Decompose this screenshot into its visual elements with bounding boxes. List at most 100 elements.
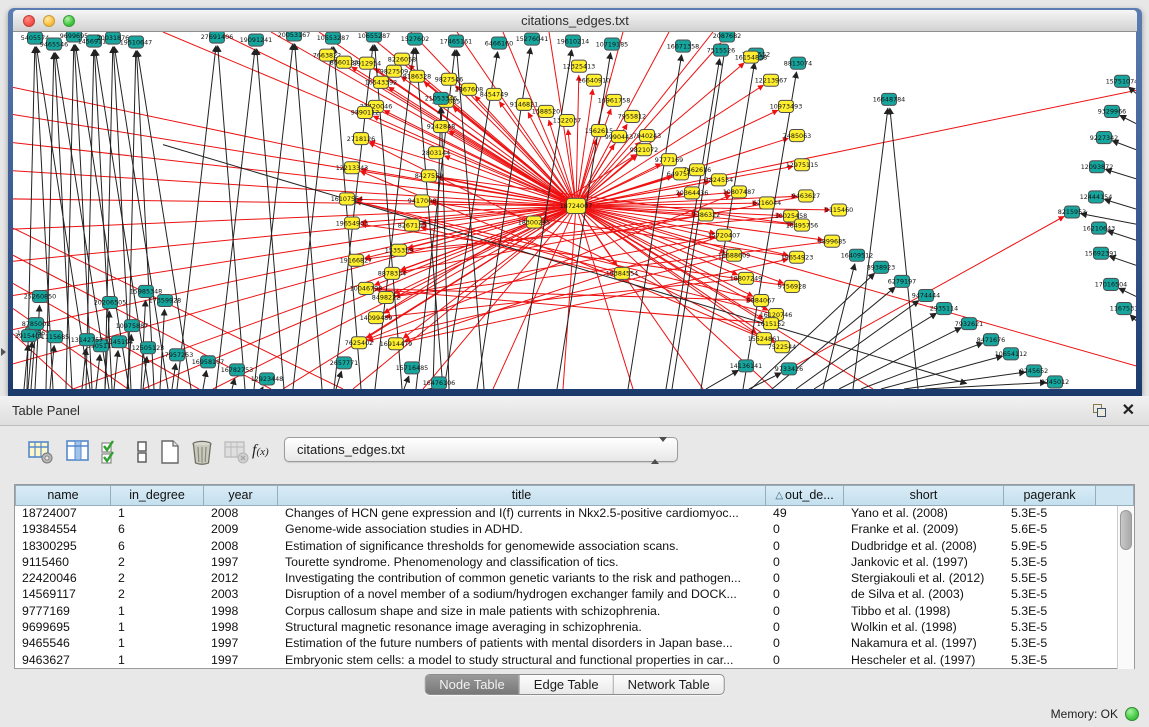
tab-network-table[interactable]: Network Table	[614, 675, 724, 694]
citation-edge-red[interactable]	[13, 199, 576, 206]
table-cell[interactable]: Hescheler et al. (1997)	[844, 653, 1004, 669]
close-traffic-light[interactable]	[23, 15, 35, 27]
table-row[interactable]: 946362711997Embryonic stem cells: a mode…	[15, 653, 1117, 669]
scrollbar-thumb[interactable]	[1120, 510, 1132, 550]
table-cell[interactable]: 1	[111, 653, 204, 669]
table-cell[interactable]: 5.3E-5	[1004, 555, 1096, 571]
table-cell[interactable]: 5.3E-5	[1004, 604, 1096, 620]
citation-edge-black[interactable]	[823, 264, 855, 389]
citation-edge-black[interactable]	[1112, 141, 1136, 150]
citation-edge-black[interactable]	[254, 44, 293, 389]
table-cell[interactable]: Stergiakouli et al. (2012)	[844, 571, 1004, 587]
table-cell[interactable]: 1	[111, 604, 204, 620]
table-row[interactable]: 2242004622012Investigating the contribut…	[15, 571, 1117, 587]
table-cell[interactable]: Corpus callosum shape and size in male p…	[278, 604, 766, 620]
select-columns-icon[interactable]	[64, 438, 94, 468]
table-cell[interactable]: 5.3E-5	[1004, 506, 1096, 522]
table-cell[interactable]: 1997	[204, 555, 278, 571]
table-cell[interactable]: 49	[766, 506, 844, 522]
citation-edge-black[interactable]	[404, 376, 409, 389]
table-cell[interactable]: 5.3E-5	[1004, 636, 1096, 652]
close-panel-icon[interactable]: ✕	[1122, 401, 1135, 421]
new-document-icon[interactable]	[156, 438, 186, 468]
table-cell[interactable]: 2	[111, 587, 204, 603]
table-cell[interactable]: Tourette syndrome. Phenomenology and cla…	[278, 555, 766, 571]
float-window-icon[interactable]	[1093, 404, 1107, 418]
vertical-scrollbar[interactable]	[1117, 506, 1134, 669]
table-cell[interactable]: 1	[111, 506, 204, 522]
table-row[interactable]: 946554611997Estimation of the future num…	[15, 636, 1117, 652]
table-cell[interactable]: 5.9E-5	[1004, 539, 1096, 555]
table-row[interactable]: 1456911722003Disruption of a novel membe…	[15, 587, 1117, 603]
table-cell[interactable]: Changes of HCN gene expression and I(f) …	[278, 506, 766, 522]
table-cell[interactable]: 2008	[204, 506, 278, 522]
select-rows-check-icon[interactable]	[98, 438, 128, 468]
table-settings-icon[interactable]	[26, 438, 56, 468]
row-height-icon[interactable]	[128, 438, 158, 468]
table-cell[interactable]: 9699695	[15, 620, 111, 636]
column-header-pagerank[interactable]: pagerank	[1004, 485, 1096, 506]
column-header-title[interactable]: title	[278, 485, 766, 506]
citation-edge-black[interactable]	[232, 379, 235, 389]
table-cell[interactable]: 1	[111, 620, 204, 636]
citation-edge-black[interactable]	[1081, 214, 1136, 224]
citation-edge-black[interactable]	[1130, 315, 1136, 321]
memory-status-light[interactable]	[1125, 707, 1139, 721]
network-window[interactable]: citations_edges.txt 54055749465546969969…	[8, 8, 1142, 396]
citation-edge-black[interactable]	[706, 370, 738, 389]
network-graph[interactable]: 5405574946554696996951456911720031876195…	[13, 32, 1136, 389]
table-cell[interactable]: 22420046	[15, 571, 111, 587]
table-cell[interactable]: Tibbo et al. (1998)	[844, 604, 1004, 620]
citation-edge-black[interactable]	[666, 59, 720, 389]
table-cell[interactable]: 0	[766, 539, 844, 555]
table-cell[interactable]: Investigating the contribution of common…	[278, 571, 766, 587]
citation-edge-black[interactable]	[890, 108, 918, 389]
table-cell[interactable]: 19384554	[15, 522, 111, 538]
table-cell[interactable]: Disruption of a novel member of a sodium…	[278, 587, 766, 603]
citation-edge-black[interactable]	[203, 371, 206, 389]
table-cell[interactable]: Estimation of the future numbers of pati…	[278, 636, 766, 652]
table-row[interactable]: 977716911998Corpus callosum shape and si…	[15, 604, 1117, 620]
table-cell[interactable]: 5.3E-5	[1004, 587, 1096, 603]
table-cell[interactable]: Wolkin et al. (1998)	[844, 620, 1004, 636]
table-cell[interactable]: 14569117	[15, 587, 111, 603]
citation-edge-black[interactable]	[796, 301, 919, 389]
citation-edge-red[interactable]	[13, 206, 576, 330]
table-cell[interactable]: 6	[111, 539, 204, 555]
table-cell[interactable]: 1	[111, 636, 204, 652]
table-cell[interactable]: 2012	[204, 571, 278, 587]
table-cell[interactable]: 1998	[204, 620, 278, 636]
citation-edge-black[interactable]	[1110, 256, 1136, 265]
citation-edge-black[interactable]	[262, 387, 263, 389]
table-selector-dropdown[interactable]: citations_edges.txt	[284, 437, 678, 462]
table-cell[interactable]: Genome-wide association studies in ADHD.	[278, 522, 766, 538]
citation-edge-black[interactable]	[82, 349, 86, 389]
table-cell[interactable]: 5.3E-5	[1004, 653, 1096, 669]
table-cell[interactable]: 2008	[204, 539, 278, 555]
citation-edge-black[interactable]	[163, 145, 966, 384]
table-cell[interactable]: 0	[766, 571, 844, 587]
network-window-titlebar[interactable]: citations_edges.txt	[13, 10, 1137, 32]
citation-edge-red[interactable]	[13, 206, 576, 296]
citation-edge-black[interactable]	[1120, 115, 1136, 123]
delete-trash-icon[interactable]	[188, 438, 218, 468]
table-cell[interactable]: 9463627	[15, 653, 111, 669]
table-cell[interactable]: 0	[766, 653, 844, 669]
column-header-name[interactable]: name	[15, 485, 111, 506]
tab-edge-table[interactable]: Edge Table	[520, 675, 614, 694]
table-cell[interactable]: 9465546	[15, 636, 111, 652]
table-row[interactable]: 911546021997Tourette syndrome. Phenomeno…	[15, 555, 1117, 571]
table-row[interactable]: 1872400712008Changes of HCN gene express…	[15, 506, 1117, 522]
table-cell[interactable]: 9115460	[15, 555, 111, 571]
table-cell[interactable]: 18300295	[15, 539, 111, 555]
table-cell[interactable]: 2	[111, 555, 204, 571]
table-cell[interactable]: de Silva et al. (2003)	[844, 587, 1004, 603]
table-cell[interactable]: 0	[766, 555, 844, 571]
zoom-traffic-light[interactable]	[63, 15, 75, 27]
table-cell[interactable]: 1998	[204, 604, 278, 620]
table-cell[interactable]: 5.5E-5	[1004, 571, 1096, 587]
table-cell[interactable]: 0	[766, 522, 844, 538]
column-header-out_de[interactable]: △out_de...	[766, 485, 844, 506]
table-cell[interactable]: 0	[766, 587, 844, 603]
table-cell[interactable]: 1997	[204, 636, 278, 652]
